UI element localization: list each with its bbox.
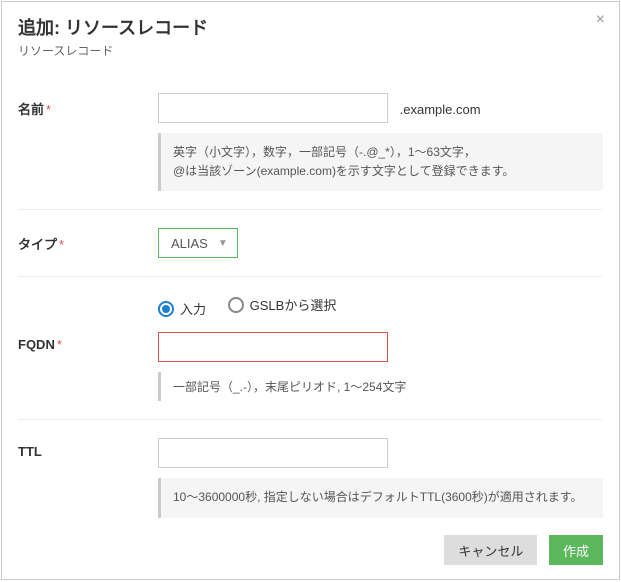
fqdn-label-text: FQDN [18, 337, 55, 352]
radio-option-input[interactable]: 入力 [158, 299, 206, 318]
dialog-footer: キャンセル 作成 [2, 523, 619, 579]
ttl-label: TTL [18, 438, 158, 459]
dialog-title: 追加: リソースレコード [18, 14, 603, 40]
ttl-hint: 10〜3600000秒, 指定しない場合はデフォルトTTL(3600秒)が適用さ… [158, 478, 603, 517]
dialog-header: 追加: リソースレコード リソースレコード × [2, 2, 619, 67]
field-row-name: 名前* .example.com 英字（小文字），数字，一部記号（-.@_*），… [18, 75, 603, 210]
type-label-text: タイプ [18, 237, 57, 252]
type-label: タイプ* [18, 228, 158, 253]
chevron-down-icon: ▼ [218, 238, 228, 249]
ttl-input-col: 10〜3600000秒, 指定しない場合はデフォルトTTL(3600秒)が適用さ… [158, 438, 603, 517]
cancel-button[interactable]: キャンセル [444, 535, 537, 565]
ttl-input[interactable] [158, 438, 388, 468]
type-select-value: ALIAS [171, 236, 208, 251]
dialog-body: 名前* .example.com 英字（小文字），数字，一部記号（-.@_*），… [2, 67, 619, 523]
type-select[interactable]: ALIAS ▼ [158, 228, 238, 258]
radio-dot-icon [162, 305, 170, 313]
name-hint-line2: @は当該ゾーン(example.com)を示す文字として登録できます。 [173, 162, 591, 181]
radio-icon [228, 297, 244, 313]
required-mark: * [46, 102, 51, 117]
radio-option-gslb[interactable]: GSLBから選択 [228, 295, 337, 314]
fqdn-source-radio-group: 入力 GSLBから選択 [158, 295, 603, 318]
radio-label-gslb: GSLBから選択 [250, 295, 337, 314]
fqdn-hint: 一部記号（_.-），末尾ピリオド, 1〜254文字 [158, 372, 603, 401]
fqdn-input-col: 入力 GSLBから選択 一部記号（_.-），末尾ピリオド, 1〜254文字 [158, 295, 603, 401]
radio-label-input: 入力 [180, 299, 206, 318]
field-row-type: タイプ* ALIAS ▼ [18, 210, 603, 277]
add-resource-record-dialog: 追加: リソースレコード リソースレコード × 名前* .example.com… [1, 1, 620, 580]
create-button[interactable]: 作成 [549, 535, 603, 565]
fqdn-label: FQDN* [18, 295, 158, 352]
required-mark: * [57, 337, 62, 352]
name-hint-line1: 英字（小文字），数字，一部記号（-.@_*），1〜63文字， [173, 143, 591, 162]
dialog-subtitle: リソースレコード [18, 42, 603, 59]
fqdn-input[interactable] [158, 332, 388, 362]
name-hint: 英字（小文字），数字，一部記号（-.@_*），1〜63文字， @は当該ゾーン(e… [158, 133, 603, 191]
required-mark: * [59, 237, 64, 252]
close-icon[interactable]: × [596, 12, 605, 28]
field-row-ttl: TTL 10〜3600000秒, 指定しない場合はデフォルトTTL(3600秒)… [18, 420, 603, 523]
field-row-fqdn: FQDN* 入力 GSLBから選択 一部記号（_.-），末尾ピリオド, 1〜25… [18, 277, 603, 420]
name-input-col: .example.com 英字（小文字），数字，一部記号（-.@_*），1〜63… [158, 93, 603, 191]
radio-icon [158, 301, 174, 317]
name-label: 名前* [18, 93, 158, 118]
name-domain-suffix: .example.com [400, 102, 481, 117]
type-input-col: ALIAS ▼ [158, 228, 603, 258]
ttl-label-text: TTL [18, 444, 42, 459]
name-label-text: 名前 [18, 102, 44, 117]
name-input[interactable] [158, 93, 388, 123]
